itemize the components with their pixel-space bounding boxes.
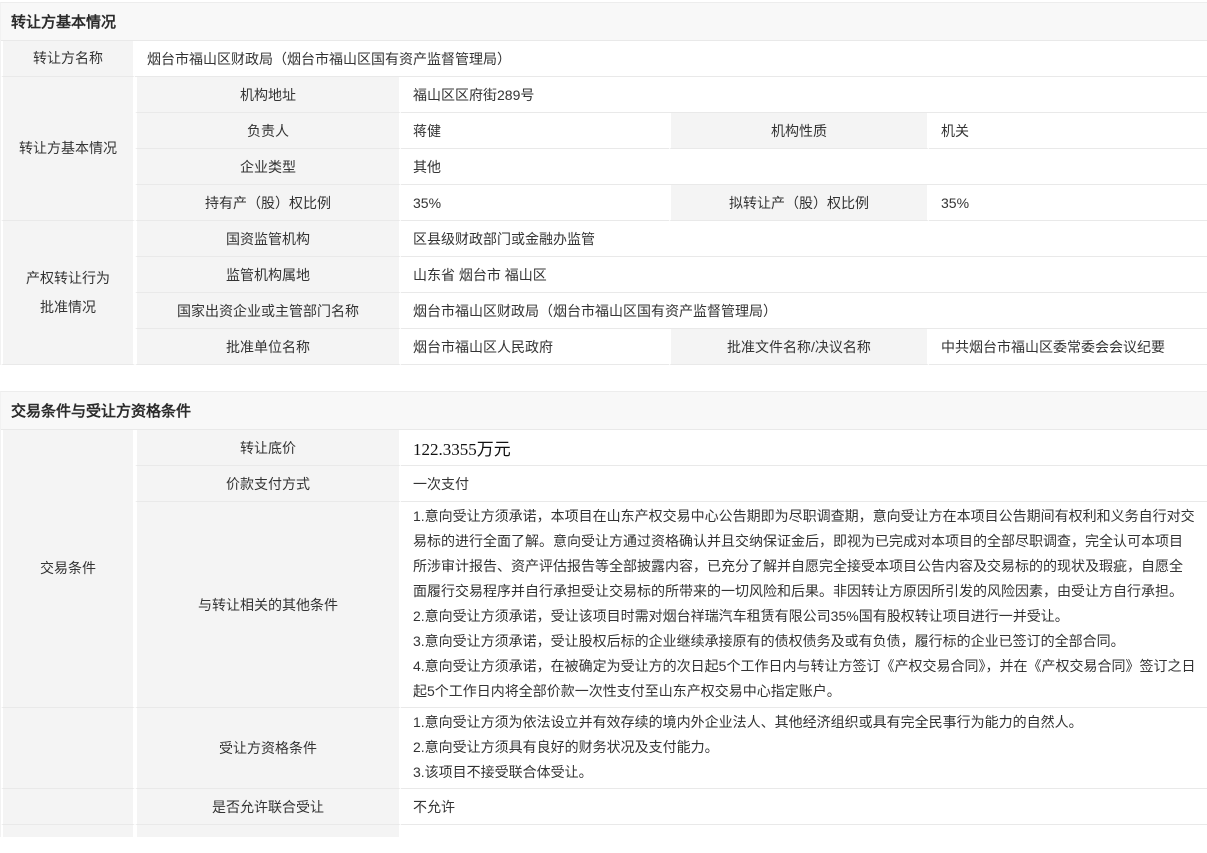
enterprise-type-label: 企业类型 [135,149,401,185]
section-header-transferor-basic-info: 转让方基本情况 [1,3,1207,41]
other-conditions-label: 与转让相关的其他条件 [135,502,401,708]
joint-transfer-label: 是否允许联合受让 [135,789,401,825]
table-row: 与转让相关的其他条件 1.意向受让方须承诺，本项目在山东产权交易中心公告期即为尽… [1,502,1207,708]
regulator-region-value: 山东省 烟台市 福山区 [401,257,1207,293]
approval-doc-label: 批准文件名称/决议名称 [669,329,929,365]
org-address-value: 福山区区府街289号 [401,77,1207,113]
group-label-line2: 批准情况 [17,293,119,322]
transferor-info-table: 转让方基本情况 转让方名称 烟台市福山区财政局（烟台市福山区国有资产监督管理局）… [0,2,1207,365]
table-row: 持有产（股）权比例 35% 拟转让产（股）权比例 35% [1,185,1207,221]
payment-method-value: 一次支付 [401,466,1207,502]
regulator-region-label: 监管机构属地 [135,257,401,293]
regulator-label: 国资监管机构 [135,221,401,257]
qualification-line-2: 2.意向受让方须具有良好的财务状况及支付能力。 [413,735,1196,760]
state-funded-enterprise-value: 烟台市福山区财政局（烟台市福山区国有资产监督管理局） [401,293,1207,329]
joint-transfer-value: 不允许 [401,789,1207,825]
holding-ratio-value: 35% [401,185,669,221]
floor-price-label: 转让底价 [135,430,401,466]
table-row: 企业类型 其他 [1,149,1207,185]
leader-label: 负责人 [135,113,401,149]
table-row: 产权转让行为 批准情况 国资监管机构 区县级财政部门或金融办监管 [1,221,1207,257]
section-header-transaction-conditions: 交易条件与受让方资格条件 [1,392,1207,430]
leader-value: 蒋健 [401,113,669,149]
holding-ratio-label: 持有产（股）权比例 [135,185,401,221]
regulator-value: 区县级财政部门或金融办监管 [401,221,1207,257]
section-header-row: 转让方基本情况 [1,3,1207,41]
group-label-transaction-conditions: 交易条件 [1,430,135,708]
table-row: 监管机构属地 山东省 烟台市 福山区 [1,257,1207,293]
other-conditions-value: 1.意向受让方须承诺，本项目在山东产权交易中心公告期即为尽职调查期，意向受让方在… [401,502,1207,708]
org-nature-label: 机构性质 [669,113,929,149]
group-label-approval-info: 产权转让行为 批准情况 [1,221,135,365]
table-row: 转让方名称 烟台市福山区财政局（烟台市福山区国有资产监督管理局） [1,41,1207,77]
table-row: 受让方资格条件 1.意向受让方须为依法设立并有效存续的境内外企业法人、其他经济组… [1,708,1207,789]
transferor-name-label: 转让方名称 [1,41,135,77]
transfer-ratio-value: 35% [929,185,1207,221]
table-row: 负责人 蒋健 机构性质 机关 [1,113,1207,149]
group-label-line1: 产权转让行为 [17,264,119,293]
approval-unit-label: 批准单位名称 [135,329,401,365]
transferor-name-value: 烟台市福山区财政局（烟台市福山区国有资产监督管理局） [135,41,1207,77]
approval-unit-value: 烟台市福山区人民政府 [401,329,669,365]
floor-price-value: 122.3355万元 [401,430,1207,466]
table-row: 转让方基本情况 机构地址 福山区区府街289号 [1,77,1207,113]
enterprise-type-value: 其他 [401,149,1207,185]
qualification-line-1: 1.意向受让方须为依法设立并有效存续的境内外企业法人、其他经济组织或具有完全民事… [413,710,1196,735]
condition-line-1: 1.意向受让方须承诺，本项目在山东产权交易中心公告期即为尽职调查期，意向受让方在… [413,504,1196,604]
table-row: 国家出资企业或主管部门名称 烟台市福山区财政局（烟台市福山区国有资产监督管理局） [1,293,1207,329]
group-label-empty [1,708,135,789]
condition-line-2: 2.意向受让方须承诺，受让该项目时需对烟台祥瑞汽车租赁有限公司35%国有股权转让… [413,604,1196,629]
org-address-label: 机构地址 [135,77,401,113]
table-row: 批准单位名称 烟台市福山区人民政府 批准文件名称/决议名称 中共烟台市福山区委常… [1,329,1207,365]
condition-line-4: 4.意向受让方须承诺，在被确定为受让方的次日起5个工作日内与转让方签订《产权交易… [413,654,1196,704]
table-row-partial [1,825,1207,837]
next-row-label-clipped [135,825,401,837]
qualification-label: 受让方资格条件 [135,708,401,789]
group-label-empty [1,825,135,837]
state-funded-enterprise-label: 国家出资企业或主管部门名称 [135,293,401,329]
condition-line-3: 3.意向受让方须承诺，受让股权后标的企业继续承接原有的债权债务及或有负债，履行标… [413,629,1196,654]
qualification-line-3: 3.该项目不接受联合体受让。 [413,760,1196,785]
group-label-transferor-basic-info: 转让方基本情况 [1,77,135,221]
approval-doc-value: 中共烟台市福山区委常委会会议纪要 [929,329,1207,365]
table-row: 交易条件 转让底价 122.3355万元 [1,430,1207,466]
payment-method-label: 价款支付方式 [135,466,401,502]
table-row: 价款支付方式 一次支付 [1,466,1207,502]
group-label-empty [1,789,135,825]
transfer-ratio-label: 拟转让产（股）权比例 [669,185,929,221]
table-row: 是否允许联合受让 不允许 [1,789,1207,825]
section-header-row: 交易条件与受让方资格条件 [1,392,1207,430]
next-row-value-clipped [401,825,1207,837]
org-nature-value: 机关 [929,113,1207,149]
qualification-value: 1.意向受让方须为依法设立并有效存续的境内外企业法人、其他经济组织或具有完全民事… [401,708,1207,789]
transaction-conditions-table: 交易条件与受让方资格条件 交易条件 转让底价 122.3355万元 价款支付方式… [0,391,1207,837]
